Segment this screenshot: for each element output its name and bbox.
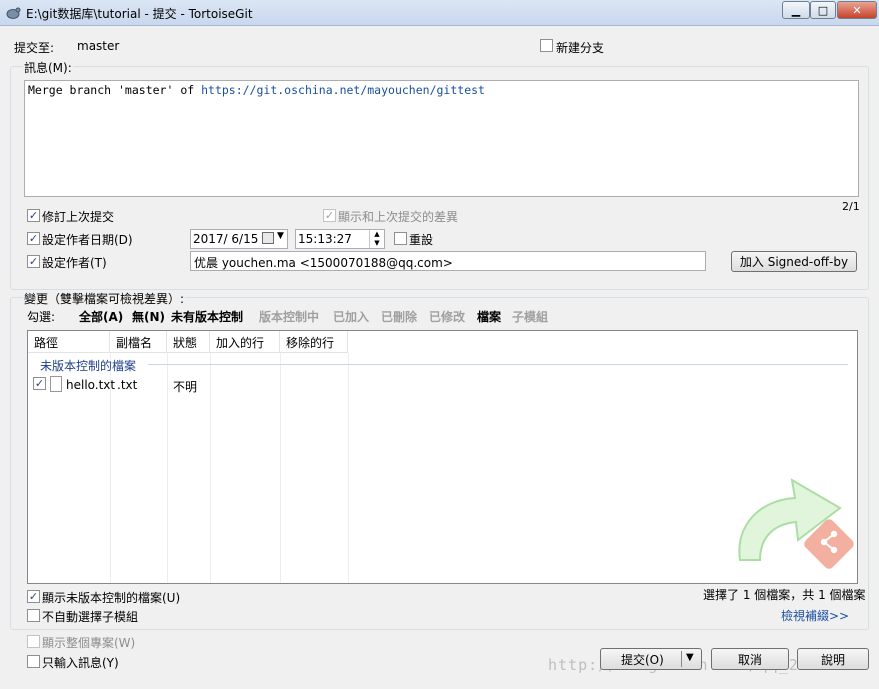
cancel-button-label: 取消 — [737, 652, 762, 667]
selection-summary: 選擇了 1 個檔案，共 1 個檔案 — [703, 588, 866, 602]
column-header-extension[interactable]: 副檔名 — [110, 331, 167, 353]
set-author-label: 設定作者(T) — [42, 256, 107, 270]
commit-to-label: 提交至: — [14, 41, 55, 55]
author-input[interactable]: 优晨 youchen.ma <1500070188@qq.com> — [190, 251, 706, 271]
column-header-path[interactable]: 路徑 — [28, 331, 110, 353]
filter-versioned: 版本控制中 — [259, 310, 320, 324]
show-diff-label: 顯示和上次提交的差異 — [338, 210, 459, 224]
set-date-label: 設定作者日期(D) — [42, 233, 133, 247]
file-checkbox[interactable]: ✓ — [33, 377, 46, 390]
column-header-lines-added[interactable]: 加入的行 — [210, 331, 280, 353]
message-only-label: 只輸入訊息(Y) — [42, 656, 119, 670]
group-divider — [148, 364, 848, 365]
author-value: 优晨 youchen.ma <1500070188@qq.com> — [194, 256, 453, 270]
filter-submodules: 子模組 — [512, 310, 549, 324]
amend-label: 修訂上次提交 — [42, 210, 115, 224]
reset-label: 重設 — [409, 233, 434, 247]
new-branch-label: 新建分支 — [556, 41, 605, 55]
select-label: 勾選: — [27, 310, 56, 324]
commit-button[interactable]: 提交(O) ▼ — [600, 648, 702, 670]
title-bar[interactable]: E:\git数据库\tutorial - 提交 - TortoiseGit ▁ … — [0, 0, 879, 26]
commit-button-label: 提交(O) — [621, 652, 664, 667]
chevron-down-icon[interactable]: ▼ — [277, 231, 284, 241]
file-path: hello.txt — [66, 378, 116, 392]
window-title: E:\git数据库\tutorial - 提交 - TortoiseGit — [26, 7, 253, 21]
filter-none[interactable]: 無(N) — [132, 308, 165, 325]
column-header-status[interactable]: 狀態 — [167, 331, 210, 353]
amend-checkbox[interactable]: ✓ — [27, 209, 40, 222]
filter-added: 已加入 — [333, 310, 370, 324]
show-unversioned-checkbox[interactable]: ✓ — [27, 590, 40, 603]
message-url-link[interactable]: https://git.oschina.net/mayouchen/gittes… — [201, 83, 485, 97]
filter-all[interactable]: 全部(A) — [79, 308, 123, 325]
file-extension: .txt — [117, 378, 138, 392]
calendar-icon[interactable] — [262, 232, 274, 244]
minimize-icon: ▁ — [791, 3, 801, 17]
text-file-icon — [50, 376, 62, 392]
filter-unversioned[interactable]: 未有版本控制 — [171, 308, 243, 325]
filter-deleted: 已刪除 — [381, 310, 418, 324]
message-text: Merge branch 'master' of — [28, 83, 202, 97]
close-button[interactable]: ✕ — [837, 1, 877, 19]
chevron-down-icon[interactable]: ▼ — [686, 652, 694, 663]
maximize-icon: □ — [817, 3, 829, 17]
close-icon: ✕ — [852, 3, 862, 17]
time-spinner[interactable]: ▲ ▼ — [369, 230, 384, 248]
message-counter: 2/1 — [842, 200, 860, 213]
filter-files[interactable]: 檔案 — [477, 308, 501, 325]
new-branch-checkbox[interactable] — [540, 39, 553, 52]
message-editor[interactable]: Merge branch 'master' of https://git.osc… — [24, 80, 859, 197]
set-author-checkbox[interactable]: ✓ — [27, 255, 40, 268]
tortoisegit-app-icon — [6, 7, 21, 19]
no-auto-submodule-checkbox[interactable] — [27, 609, 40, 622]
message-label: 訊息(M): — [23, 59, 73, 76]
view-patch-link[interactable]: 檢視補綴>> — [781, 607, 849, 624]
help-button[interactable]: 說明 — [797, 648, 869, 670]
maximize-button[interactable]: □ — [810, 1, 836, 19]
set-date-checkbox[interactable]: ✓ — [27, 232, 40, 245]
file-status: 不明 — [173, 380, 198, 394]
table-row[interactable]: ✓ hello.txt .txt 不明 — [28, 374, 857, 394]
reset-checkbox[interactable] — [394, 232, 407, 245]
time-picker[interactable]: 15:13:27 ▲ ▼ — [295, 229, 385, 249]
tortoisegit-logo-icon — [738, 478, 854, 569]
signoff-button[interactable]: 加入 Signed-off-by — [731, 251, 857, 272]
group-header-unversioned[interactable]: 未版本控制的檔案 — [40, 357, 136, 374]
date-value: 2017/ 6/15 — [193, 232, 259, 246]
date-picker[interactable]: 2017/ 6/15 ▼ — [190, 229, 288, 249]
no-auto-submodule-label: 不自動選擇子模組 — [42, 610, 139, 624]
show-whole-project-label: 顯示整個專案(W) — [42, 636, 136, 650]
split-divider — [681, 651, 682, 667]
message-only-checkbox[interactable] — [27, 655, 40, 668]
help-button-label: 說明 — [820, 652, 845, 667]
show-unversioned-label: 顯示未版本控制的檔案(U) — [42, 591, 181, 605]
minimize-button[interactable]: ▁ — [782, 1, 810, 19]
cancel-button[interactable]: 取消 — [711, 648, 789, 670]
filter-modified: 已修改 — [429, 310, 466, 324]
column-header-lines-removed[interactable]: 移除的行 — [280, 331, 348, 353]
show-whole-project-checkbox — [27, 635, 40, 648]
show-diff-checkbox: ✓ — [323, 209, 336, 222]
signoff-button-label: 加入 Signed-off-by — [739, 255, 849, 269]
changes-label: 變更（雙擊檔案可檢視差異）: — [23, 290, 186, 307]
commit-to-branch: master — [77, 39, 120, 53]
time-value: 15:13:27 — [298, 232, 352, 246]
